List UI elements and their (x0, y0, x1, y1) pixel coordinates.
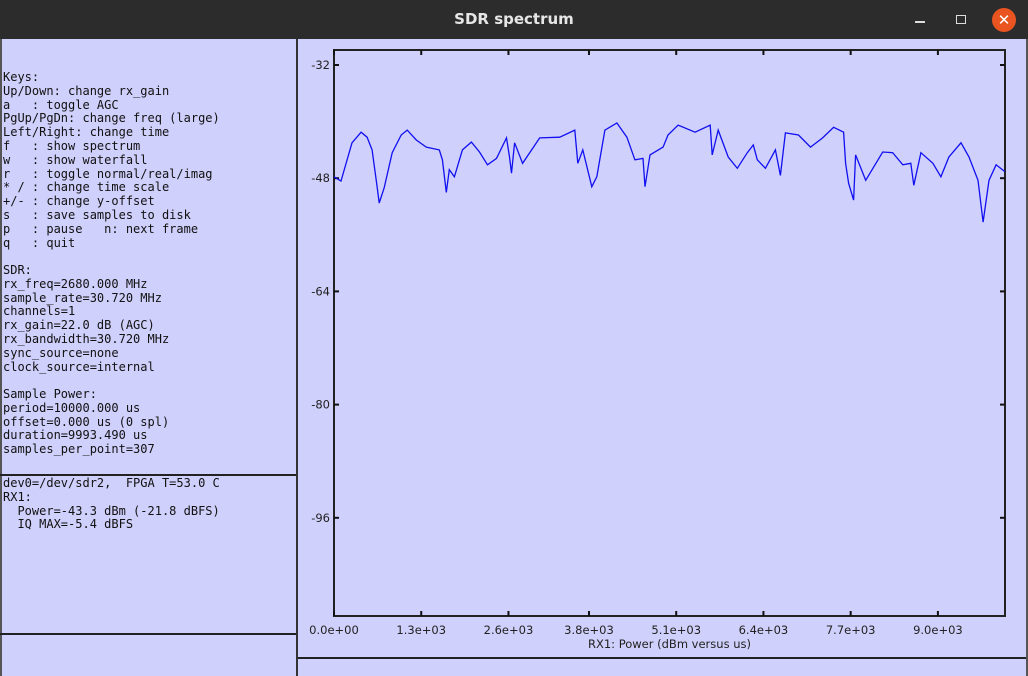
x-tick-label: 1.3e+03 (396, 623, 446, 637)
y-tick-label: -80 (311, 398, 330, 412)
x-tick-label: 6.4e+03 (739, 623, 789, 637)
x-tick-label: 5.1e+03 (651, 623, 701, 637)
y-tick-label: -48 (311, 171, 330, 185)
x-tick-label: 9.0e+03 (913, 623, 963, 637)
power-trace (333, 122, 1006, 223)
y-tick-label: -64 (311, 284, 330, 298)
x-tick-label: 3.8e+03 (564, 623, 614, 637)
power-chart: 0.0e+00 1.3e+03 2.6e+03 3.8e+03 5.1e+03 6.4e+… (309, 49, 1006, 651)
y-tick-label: -32 (311, 58, 330, 72)
x-tick-label: 0.0e+00 (309, 623, 359, 637)
plot-frame (333, 49, 1006, 617)
x-tick-label: 7.7e+03 (826, 623, 876, 637)
x-tick-label: 2.6e+03 (484, 623, 534, 637)
y-tick-label: -96 (311, 511, 330, 525)
x-axis-label: RX1: Power (dBm versus us) (588, 637, 751, 651)
